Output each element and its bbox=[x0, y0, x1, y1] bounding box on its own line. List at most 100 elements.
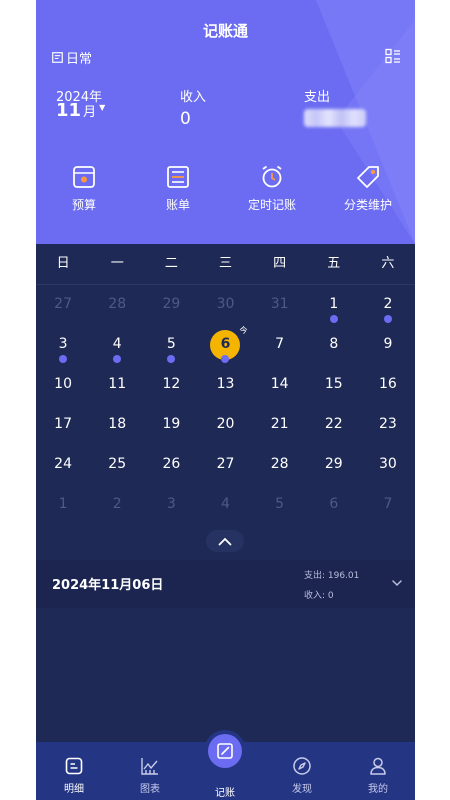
tab-label: 我的 bbox=[368, 784, 388, 795]
calendar-day[interactable]: 4 bbox=[198, 484, 252, 524]
calendar-grid: 27 28 29 30 31 1 2 3 4 5 6 今 7 8 9 10 11… bbox=[36, 284, 415, 524]
tab-label: 图表 bbox=[140, 784, 160, 795]
budget-icon bbox=[73, 166, 95, 188]
calendar-week: 17 18 19 20 21 22 23 bbox=[36, 404, 415, 444]
caret-down-icon: ▼ bbox=[99, 103, 106, 112]
month-selector[interactable]: 11 月 ▼ bbox=[56, 100, 105, 121]
tab-label: 明细 bbox=[64, 784, 84, 795]
calendar-day[interactable]: 25 bbox=[90, 444, 144, 484]
tab-discover[interactable]: 发现 bbox=[272, 756, 332, 795]
add-record-button[interactable] bbox=[208, 734, 242, 768]
day-summary-bar[interactable]: 2024年11月06日 支出: 196.01 收入: 0 bbox=[36, 560, 415, 608]
calendar-day[interactable]: 2 bbox=[90, 484, 144, 524]
budget-label: 预算 bbox=[71, 198, 96, 212]
calendar-day-today[interactable]: 6 今 bbox=[198, 324, 252, 364]
weekday-header: 日 一 二 三 四 五 六 bbox=[36, 244, 415, 285]
calendar-day[interactable]: 30 bbox=[198, 284, 252, 324]
calendar-day[interactable]: 3 bbox=[36, 324, 90, 364]
scheduled-bookkeeping-button[interactable]: 定时记账 bbox=[232, 164, 312, 213]
collapse-calendar-button[interactable] bbox=[206, 530, 244, 552]
category-maintenance-label: 分类维护 bbox=[343, 198, 392, 212]
calendar-day[interactable]: 12 bbox=[144, 364, 198, 404]
calendar-day[interactable]: 21 bbox=[253, 404, 307, 444]
scheduled-bookkeeping-label: 定时记账 bbox=[247, 198, 296, 212]
calendar-day[interactable]: 20 bbox=[198, 404, 252, 444]
calendar-day[interactable]: 11 bbox=[90, 364, 144, 404]
calendar-day[interactable]: 9 bbox=[361, 324, 415, 364]
tab-detail[interactable]: 明细 bbox=[44, 756, 104, 795]
record-dot bbox=[383, 315, 392, 323]
budget-button[interactable]: 预算 bbox=[44, 164, 124, 213]
day-number: 3 bbox=[58, 336, 68, 352]
tab-profile[interactable]: 我的 bbox=[348, 756, 408, 795]
day-number: 2 bbox=[383, 296, 393, 312]
calendar-day[interactable]: 30 bbox=[361, 444, 415, 484]
income-summary: 收入 0 bbox=[180, 86, 206, 129]
weekday-label: 三 bbox=[218, 256, 232, 271]
calendar-day[interactable]: 14 bbox=[253, 364, 307, 404]
chart-icon bbox=[141, 758, 158, 775]
calendar-day[interactable]: 4 bbox=[90, 324, 144, 364]
calendar-day[interactable]: 22 bbox=[307, 404, 361, 444]
compass-icon bbox=[293, 757, 311, 775]
expense-value-blurred bbox=[304, 109, 366, 132]
calendar-day[interactable]: 15 bbox=[307, 364, 361, 404]
calendar-day[interactable]: 1 bbox=[307, 284, 361, 324]
calendar-day[interactable]: 7 bbox=[253, 324, 307, 364]
calendar-day[interactable]: 27 bbox=[36, 284, 90, 324]
detail-icon bbox=[65, 757, 83, 775]
quick-actions: 预算 账单 定时记账 分类维护 bbox=[36, 164, 415, 216]
calendar-day[interactable]: 29 bbox=[144, 284, 198, 324]
record-dot bbox=[59, 355, 68, 363]
calendar-day[interactable]: 1 bbox=[36, 484, 90, 524]
income-label: 收入 bbox=[180, 90, 207, 105]
calendar-day[interactable]: 8 bbox=[307, 324, 361, 364]
calendar-day[interactable]: 29 bbox=[307, 444, 361, 484]
chevron-down-icon[interactable] bbox=[391, 577, 403, 589]
weekday-label: 日 bbox=[56, 256, 70, 271]
calendar-day[interactable]: 3 bbox=[144, 484, 198, 524]
calendar-day[interactable]: 27 bbox=[198, 444, 252, 484]
edit-icon bbox=[217, 743, 233, 759]
category-maintenance-button[interactable]: 分类维护 bbox=[328, 164, 408, 213]
calendar-day[interactable]: 10 bbox=[36, 364, 90, 404]
calendar-day[interactable]: 31 bbox=[253, 284, 307, 324]
calendar-day[interactable]: 26 bbox=[144, 444, 198, 484]
calendar-day[interactable]: 5 bbox=[253, 484, 307, 524]
calendar-week: 10 11 12 13 14 15 16 bbox=[36, 364, 415, 404]
book-icon bbox=[52, 52, 63, 63]
chevron-up-icon bbox=[218, 537, 232, 545]
calendar-day[interactable]: 28 bbox=[90, 284, 144, 324]
calendar-day[interactable]: 19 bbox=[144, 404, 198, 444]
alarm-icon bbox=[262, 165, 282, 188]
expense-summary: 支出 bbox=[304, 86, 366, 132]
bill-button[interactable]: 账单 bbox=[138, 164, 218, 213]
calendar-day[interactable]: 28 bbox=[253, 444, 307, 484]
tab-label: 发现 bbox=[292, 784, 312, 795]
day-number: 5 bbox=[166, 336, 176, 352]
calendar-week: 24 25 26 27 28 29 30 bbox=[36, 444, 415, 484]
calendar-day[interactable]: 13 bbox=[198, 364, 252, 404]
record-dot bbox=[167, 355, 176, 363]
calendar-day[interactable]: 7 bbox=[361, 484, 415, 524]
calendar-day[interactable]: 16 bbox=[361, 364, 415, 404]
book-mode-label: 日常 bbox=[66, 52, 93, 67]
bill-label: 账单 bbox=[165, 198, 190, 212]
calendar-day[interactable]: 17 bbox=[36, 404, 90, 444]
calendar-day[interactable]: 5 bbox=[144, 324, 198, 364]
book-mode-selector[interactable]: 日常 bbox=[52, 48, 92, 67]
list-menu-icon[interactable] bbox=[385, 48, 401, 64]
record-dot bbox=[329, 315, 338, 323]
app-title: 记账通 bbox=[202, 22, 248, 40]
app-screen: 记账通 日常 2024年 11 月 ▼ 收入 0 支出 预算 账单 定时记账 分… bbox=[36, 0, 415, 800]
calendar-day[interactable]: 24 bbox=[36, 444, 90, 484]
calendar-day[interactable]: 6 bbox=[307, 484, 361, 524]
record-dot bbox=[113, 355, 122, 363]
tab-label-bookkeeping: 记账 bbox=[215, 788, 235, 799]
tab-chart[interactable]: 图表 bbox=[120, 756, 180, 795]
calendar-day[interactable]: 2 bbox=[361, 284, 415, 324]
calendar-day[interactable]: 18 bbox=[90, 404, 144, 444]
today-mark: 今 bbox=[239, 326, 248, 335]
day-number: 1 bbox=[329, 296, 339, 312]
calendar-day[interactable]: 23 bbox=[361, 404, 415, 444]
